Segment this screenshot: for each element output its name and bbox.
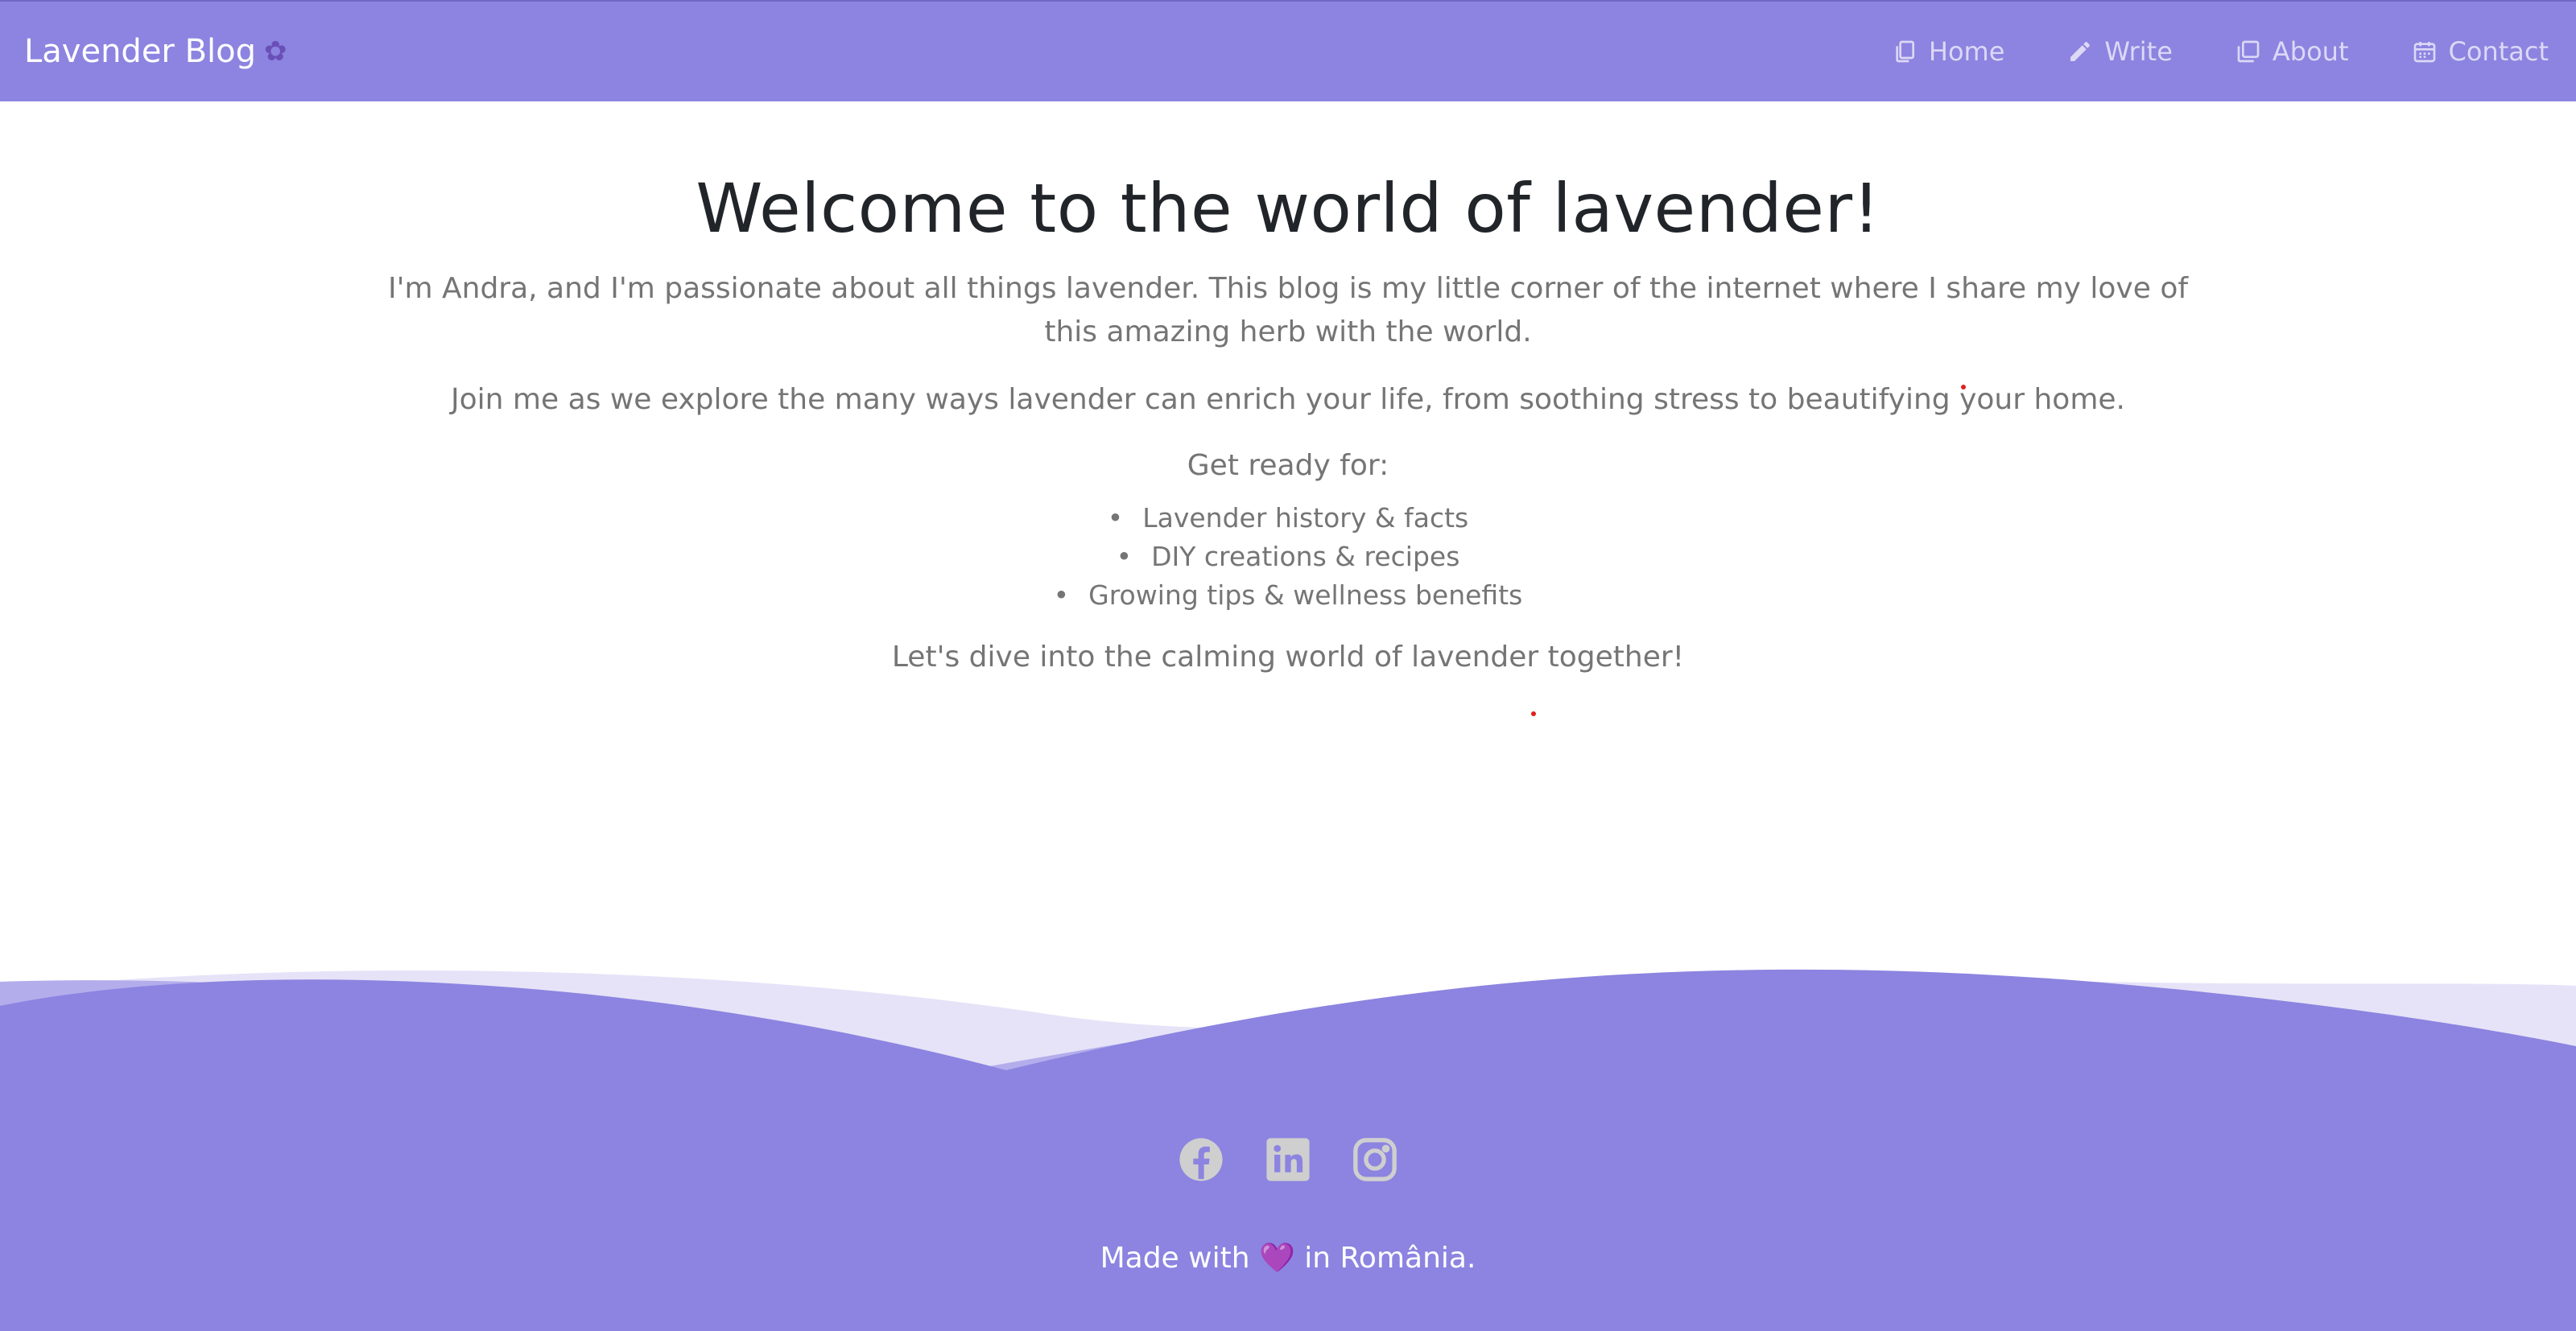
intro-paragraph: I'm Andra, and I'm passionate about all … [387,272,2189,348]
linkedin-icon[interactable] [1265,1136,1311,1183]
footer-wave [0,969,2576,1094]
list-item: Lavender history & facts [0,499,2576,538]
topics-list: Lavender history & facts DIY creations &… [0,499,2576,615]
instagram-icon[interactable] [1352,1136,1398,1183]
nav-contact[interactable]: Contact [2412,36,2549,67]
nav-about-label: About [2272,36,2349,67]
footer: Made with 💜 in România. [0,1078,2576,1331]
brand-title: Lavender Blog [24,33,257,70]
social-links [0,1136,2576,1183]
credit-before: Made with [1100,1242,1250,1275]
list-item: DIY creations & recipes [0,538,2576,576]
facebook-icon[interactable] [1178,1136,1224,1183]
navbar: Lavender Blog ✿ Home Write About Contact [0,0,2576,101]
brand-link[interactable]: Lavender Blog ✿ [24,33,287,70]
copy-icon [1892,39,1918,64]
cursor-dot [1531,711,1536,716]
get-ready-heading: Get ready for: [1187,449,1389,482]
nav-home[interactable]: Home [1892,36,2005,67]
heart-icon: 💜 [1258,1242,1295,1275]
page-title: Welcome to the world of lavender! [696,169,1880,248]
pencil-icon [2067,39,2093,64]
nav-home-label: Home [1928,36,2005,67]
lavender-flower-icon: ✿ [264,35,287,68]
credit-after: in România. [1304,1242,1476,1275]
nav-contact-label: Contact [2448,36,2549,67]
list-item: Growing tips & wellness benefits [0,576,2576,615]
stack-icon [2235,39,2261,64]
nav-write-label: Write [2104,36,2173,67]
nav-about[interactable]: About [2235,36,2349,67]
main-content: Welcome to the world of lavender! I'm An… [0,101,2576,679]
explore-paragraph: Join me as we explore the many ways lave… [451,383,2125,416]
nav-write[interactable]: Write [2067,36,2173,67]
main-nav: Home Write About Contact [1892,36,2549,67]
cursor-dot [1961,385,1966,389]
calendar-icon [2412,39,2438,64]
closing-paragraph: Let's dive into the calming world of lav… [891,641,1685,674]
footer-credit: Made with 💜 in România. [0,1241,2576,1275]
